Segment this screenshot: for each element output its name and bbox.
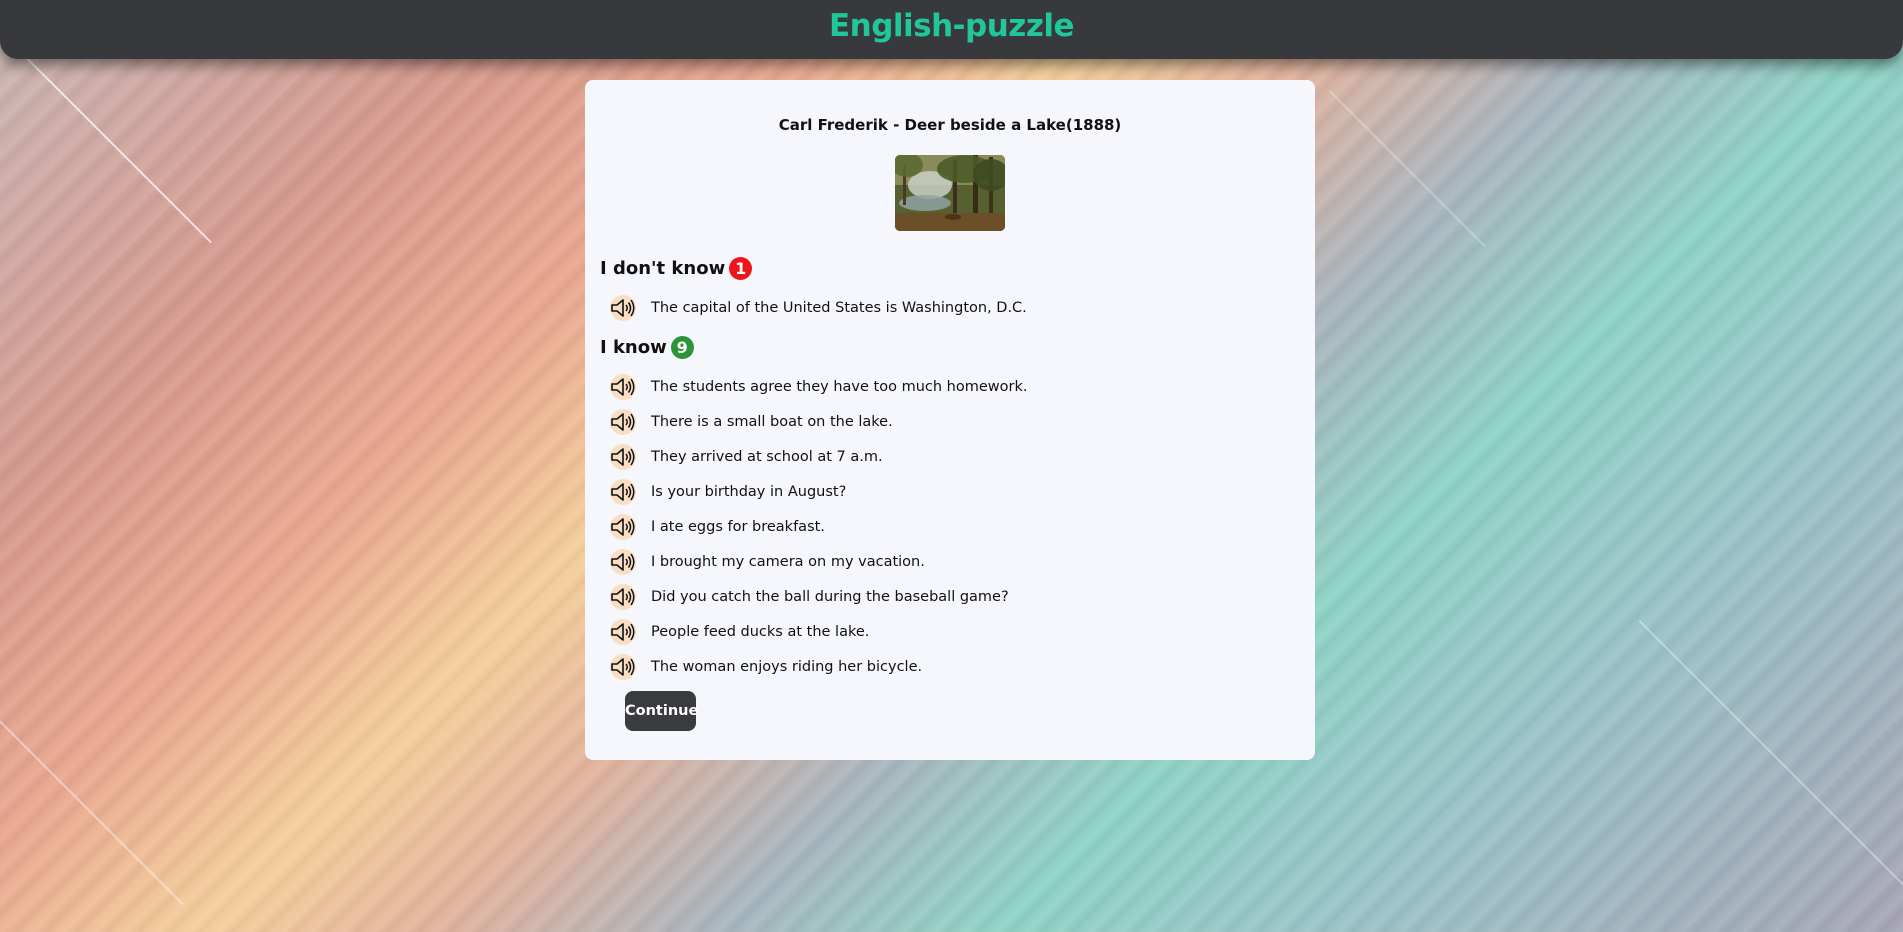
speaker-icon[interactable] bbox=[610, 618, 636, 645]
painting-image bbox=[895, 155, 1005, 231]
list-item: Did you catch the ball during the baseba… bbox=[600, 579, 1300, 614]
sentence-text: I ate eggs for breakfast. bbox=[651, 518, 825, 535]
background-streak bbox=[26, 58, 212, 244]
results-card: Carl Frederik - Deer beside a Lake(1888)… bbox=[585, 80, 1315, 760]
dont-know-section: I don't know 1 The capital of the United… bbox=[600, 255, 1300, 325]
dont-know-heading: I don't know 1 bbox=[600, 255, 1300, 281]
sentence-text: They arrived at school at 7 a.m. bbox=[651, 448, 883, 465]
sentence-text: The students agree they have too much ho… bbox=[651, 378, 1028, 395]
speaker-icon[interactable] bbox=[610, 653, 636, 680]
know-section: I know 9 The students agree they have to… bbox=[600, 334, 1300, 684]
speaker-icon[interactable] bbox=[610, 513, 636, 540]
dont-know-count-badge: 1 bbox=[729, 256, 753, 280]
list-item: They arrived at school at 7 a.m. bbox=[600, 439, 1300, 474]
know-label: I know bbox=[600, 336, 667, 358]
dont-know-label: I don't know bbox=[600, 257, 726, 279]
speaker-icon[interactable] bbox=[610, 294, 636, 321]
sentence-text: There is a small boat on the lake. bbox=[651, 413, 893, 430]
sentence-text: I brought my camera on my vacation. bbox=[651, 553, 925, 570]
list-item: The capital of the United States is Wash… bbox=[600, 290, 1300, 325]
background-streak bbox=[0, 720, 184, 906]
know-list: The students agree they have too much ho… bbox=[600, 369, 1300, 684]
sentence-text: Did you catch the ball during the baseba… bbox=[651, 588, 1009, 605]
speaker-icon[interactable] bbox=[610, 373, 636, 400]
app-header: English-puzzle bbox=[0, 0, 1903, 59]
list-item: The woman enjoys riding her bicycle. bbox=[600, 649, 1300, 684]
list-item: I ate eggs for breakfast. bbox=[600, 509, 1300, 544]
list-item: People feed ducks at the lake. bbox=[600, 614, 1300, 649]
speaker-icon[interactable] bbox=[610, 478, 636, 505]
know-count-badge: 9 bbox=[670, 335, 694, 359]
sentence-text: Is your birthday in August? bbox=[651, 483, 847, 500]
continue-button[interactable]: Continue bbox=[625, 691, 698, 731]
dont-know-list: The capital of the United States is Wash… bbox=[600, 290, 1300, 325]
list-item: The students agree they have too much ho… bbox=[600, 369, 1300, 404]
sentence-text: The capital of the United States is Wash… bbox=[651, 299, 1027, 316]
speaker-icon[interactable] bbox=[610, 408, 636, 435]
speaker-icon[interactable] bbox=[610, 443, 636, 470]
sentence-text: People feed ducks at the lake. bbox=[651, 623, 870, 640]
know-heading: I know 9 bbox=[600, 334, 1300, 360]
speaker-icon[interactable] bbox=[610, 548, 636, 575]
list-item: There is a small boat on the lake. bbox=[600, 404, 1300, 439]
app-title: English-puzzle bbox=[828, 8, 1075, 44]
sentence-text: The woman enjoys riding her bicycle. bbox=[651, 658, 923, 675]
list-item: I brought my camera on my vacation. bbox=[600, 544, 1300, 579]
background-streak bbox=[1638, 620, 1903, 919]
background-streak bbox=[1328, 90, 1486, 247]
painting-caption: Carl Frederik - Deer beside a Lake(1888) bbox=[778, 116, 1122, 134]
list-item: Is your birthday in August? bbox=[600, 474, 1300, 509]
speaker-icon[interactable] bbox=[610, 583, 636, 610]
